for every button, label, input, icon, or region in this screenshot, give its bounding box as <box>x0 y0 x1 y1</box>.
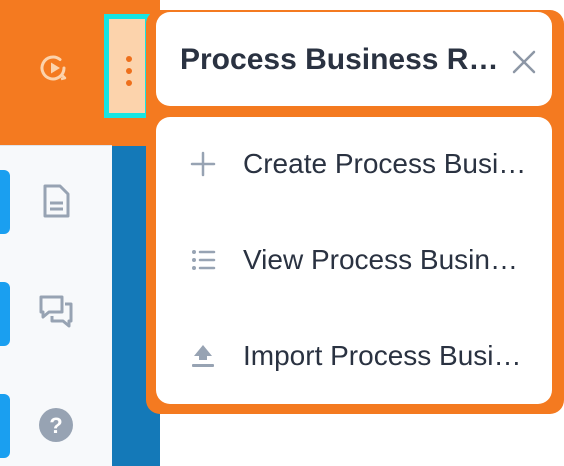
active-indicator <box>0 394 10 458</box>
plus-icon <box>190 151 216 177</box>
play-sync-icon[interactable] <box>38 52 70 84</box>
menu-item-label: Create Process Business Rule <box>243 148 533 179</box>
left-panel: ? <box>0 0 112 466</box>
document-icon[interactable] <box>38 183 74 219</box>
help-icon[interactable]: ? <box>38 407 74 443</box>
menu-item-view[interactable]: View Process Business Rules <box>156 230 552 290</box>
popup-title: Process Business Rules <box>180 43 510 76</box>
list-icon <box>192 250 216 270</box>
close-icon[interactable] <box>510 48 538 76</box>
header-divider <box>0 145 112 146</box>
chat-icon[interactable] <box>38 294 74 330</box>
menu-item-label: View Process Business Rules <box>243 244 533 275</box>
menu-item-create[interactable]: Create Process Business Rule <box>156 134 552 194</box>
active-indicator <box>0 282 10 346</box>
left-panel-header <box>0 0 112 146</box>
svg-text:?: ? <box>49 413 62 438</box>
menu-item-import[interactable]: Import Process Business Rules <box>156 326 552 386</box>
more-options-button[interactable] <box>104 14 150 118</box>
upload-icon <box>192 345 214 367</box>
active-indicator <box>0 170 10 234</box>
menu-item-label: Import Process Business Rules <box>243 340 533 371</box>
